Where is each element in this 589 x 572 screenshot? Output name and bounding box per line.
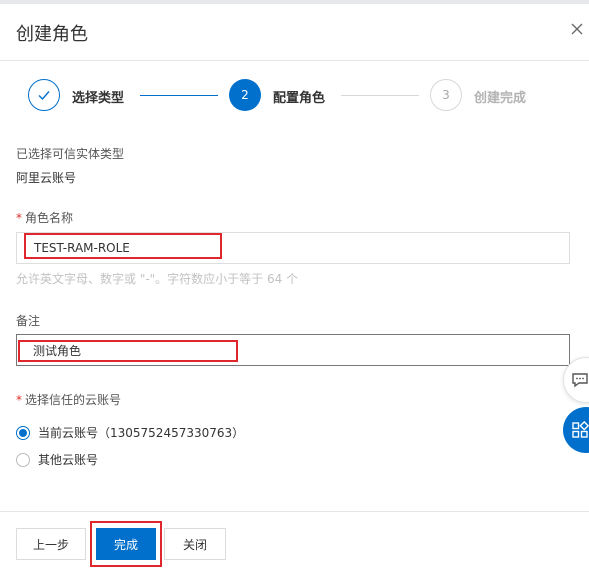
- chat-bubble-icon: [572, 373, 588, 388]
- footer-divider: [0, 511, 589, 512]
- remark-value: 测试角色: [33, 343, 82, 358]
- radio-other-account-label: 其他云账号: [38, 453, 99, 467]
- required-mark: *: [16, 211, 22, 225]
- grid-icon: [572, 420, 589, 438]
- role-name-input[interactable]: TEST-RAM-ROLE: [16, 232, 570, 264]
- check-icon: [38, 91, 50, 101]
- role-name-value: TEST-RAM-ROLE: [34, 241, 130, 255]
- remark-input[interactable]: 测试角色: [16, 334, 570, 366]
- radio-current-account-label: 当前云账号（1305752457330763）: [38, 426, 245, 440]
- trusted-account-label-text: 选择信任的云账号: [25, 393, 122, 407]
- radio-current-account[interactable]: 当前云账号（1305752457330763）: [16, 424, 244, 441]
- step-connector-2: [341, 95, 419, 96]
- apps-icon[interactable]: [563, 407, 589, 453]
- role-name-hint: 允许英文字母、数字或 "-"。字符数应小于等于 64 个: [16, 272, 299, 286]
- header-divider: [0, 60, 589, 61]
- step-connector-1: [140, 95, 218, 96]
- remark-label: 备注: [16, 314, 41, 328]
- radio-unchecked-icon: [16, 452, 30, 467]
- prev-step-button[interactable]: 上一步: [16, 528, 86, 560]
- close-button[interactable]: 关闭: [164, 528, 226, 560]
- step-3-number: 3: [430, 79, 462, 111]
- step-3-label: 创建完成: [474, 91, 527, 106]
- step-1-check-icon: [28, 79, 60, 111]
- close-icon[interactable]: [569, 22, 585, 38]
- entity-type-value: 阿里云账号: [16, 171, 77, 185]
- close-icon-glyph: [571, 23, 583, 35]
- role-name-label: * 角色名称: [16, 209, 73, 226]
- required-mark: *: [16, 393, 22, 407]
- done-button[interactable]: 完成: [96, 528, 156, 560]
- step-1-label: 选择类型: [72, 91, 125, 106]
- radio-other-account[interactable]: 其他云账号: [16, 451, 98, 468]
- role-name-label-text: 角色名称: [25, 211, 74, 225]
- entity-type-label: 已选择可信实体类型: [16, 147, 125, 161]
- top-bar: [0, 0, 589, 4]
- radio-checked-icon: [16, 425, 30, 440]
- dialog-title: 创建角色: [16, 24, 88, 45]
- trusted-account-label: * 选择信任的云账号: [16, 391, 121, 408]
- step-2-label: 配置角色: [273, 91, 326, 106]
- step-2-number: 2: [229, 79, 261, 111]
